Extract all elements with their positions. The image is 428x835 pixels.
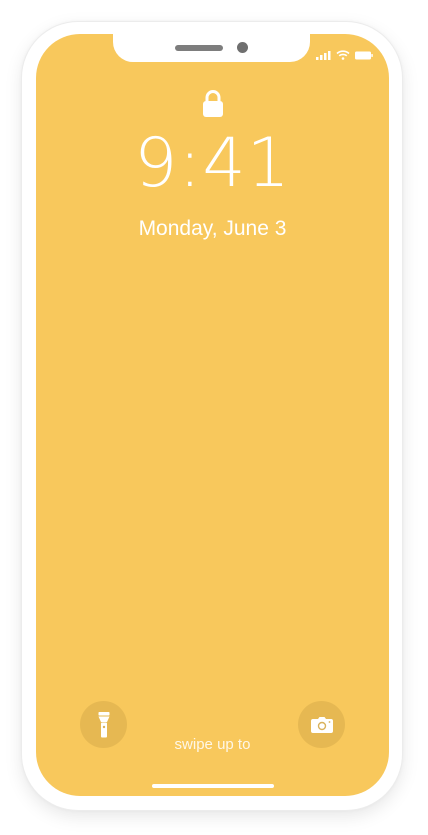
speaker-grille (175, 45, 223, 51)
cellular-signal-icon (316, 50, 331, 60)
flashlight-icon (98, 711, 109, 737)
phone-frame: 9:41 Monday, June 3 swipe up to (22, 22, 402, 810)
lock-screen: 9:41 Monday, June 3 swipe up to (36, 34, 389, 796)
lock-screen-date: Monday, June 3 (138, 217, 287, 240)
lock-screen-time: 9:41 (134, 124, 291, 203)
camera-icon (310, 716, 333, 733)
swipe-hint: swipe up to (174, 736, 251, 753)
notch (113, 34, 310, 62)
status-bar (316, 50, 373, 60)
wifi-icon (336, 50, 350, 60)
home-indicator[interactable] (152, 784, 274, 788)
front-camera (237, 42, 248, 53)
battery-icon (355, 51, 373, 59)
lock-icon (203, 90, 223, 117)
